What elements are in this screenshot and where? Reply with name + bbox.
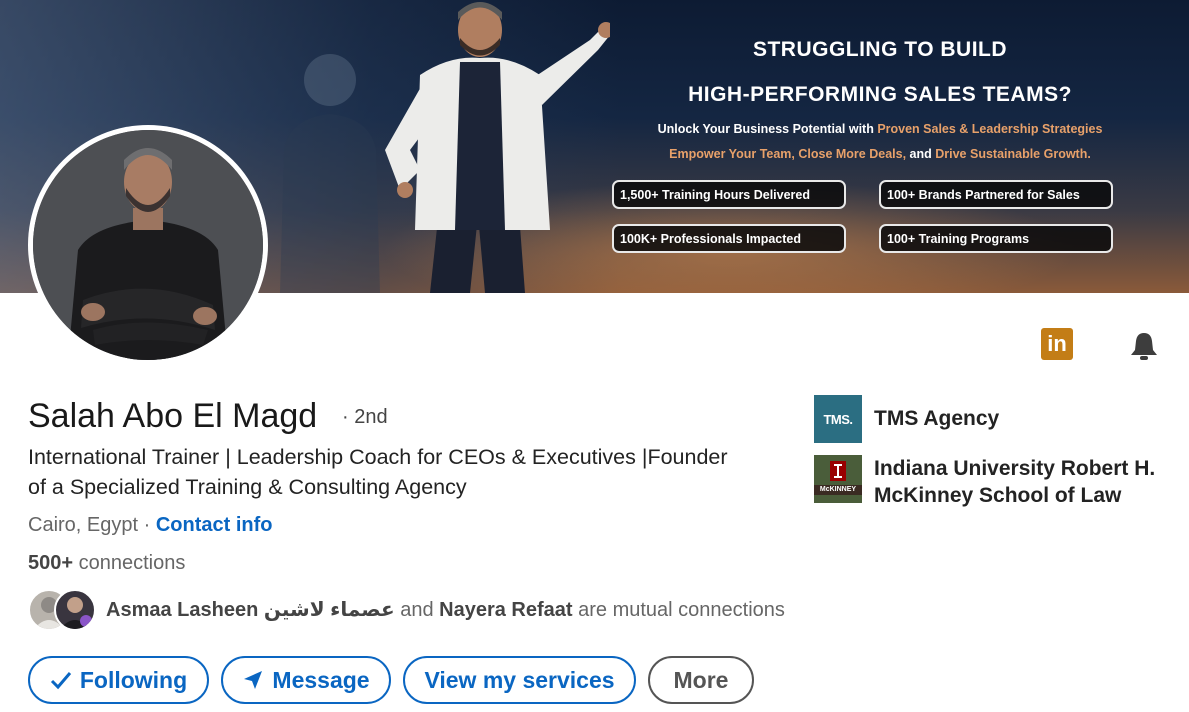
message-button[interactable]: Message [221, 656, 391, 704]
banner-title-line2: HIGH-PERFORMING SALES TEAMS? [688, 83, 1072, 106]
contact-info-link[interactable]: Contact info [156, 514, 273, 536]
banner-speaker-figure [385, 2, 610, 293]
send-icon [244, 671, 263, 689]
mutual-connections-text[interactable]: Asmaa Lasheen عصماء لاشين and Nayera Ref… [106, 597, 785, 622]
profile-name: Salah Abo El Magd [28, 397, 318, 435]
connection-degree: · 2nd [342, 406, 388, 428]
profile-photo-figure [33, 130, 263, 360]
banner-subtitle-line2: Empower Your Team, Close More Deals, and… [669, 147, 1091, 161]
mutual-connection-avatars[interactable] [28, 589, 98, 631]
profile-headline: International Trainer | Leadership Coach… [28, 445, 728, 499]
banner-stat-pill: 100+ Brands Partnered for Sales [879, 180, 1113, 209]
school-name: Indiana University Robert H. McKinney Sc… [874, 457, 1156, 507]
banner-stat-pill: 100K+ Professionals Impacted [612, 224, 846, 253]
location-row: Cairo, Egypt · Contact info [28, 514, 273, 536]
banner-title-line1: STRUGGLING TO BUILD [752, 38, 1008, 61]
following-button[interactable]: Following [28, 656, 209, 704]
profile-photo[interactable] [28, 125, 268, 365]
profile-location: Cairo, Egypt [28, 514, 139, 536]
profile-card: STRUGGLING TO BUILD HIGH-PERFORMING SALE… [0, 0, 1189, 712]
current-company[interactable]: TMS. TMS Agency [814, 395, 1174, 443]
company-name: TMS Agency [874, 407, 1000, 430]
bell-icon[interactable] [1128, 330, 1160, 362]
more-button[interactable]: More [648, 656, 754, 704]
connections-count[interactable]: 500+ connections [28, 552, 185, 575]
banner-subtitle-line1: Unlock Your Business Potential with Prov… [657, 122, 1103, 136]
linkedin-premium-icon[interactable]: in [1041, 328, 1073, 360]
avatar [54, 589, 96, 631]
banner-stat-pill: 1,500+ Training Hours Delivered [612, 180, 846, 209]
company-logo: TMS. [814, 395, 862, 443]
view-services-button[interactable]: View my services [403, 656, 636, 704]
education-school[interactable]: McKINNEY Indiana University Robert H. Mc… [814, 455, 1174, 509]
checkmark-icon [50, 672, 71, 690]
banner-stat-pill: 100+ Training Programs [879, 224, 1113, 253]
school-logo: McKINNEY [814, 455, 862, 503]
